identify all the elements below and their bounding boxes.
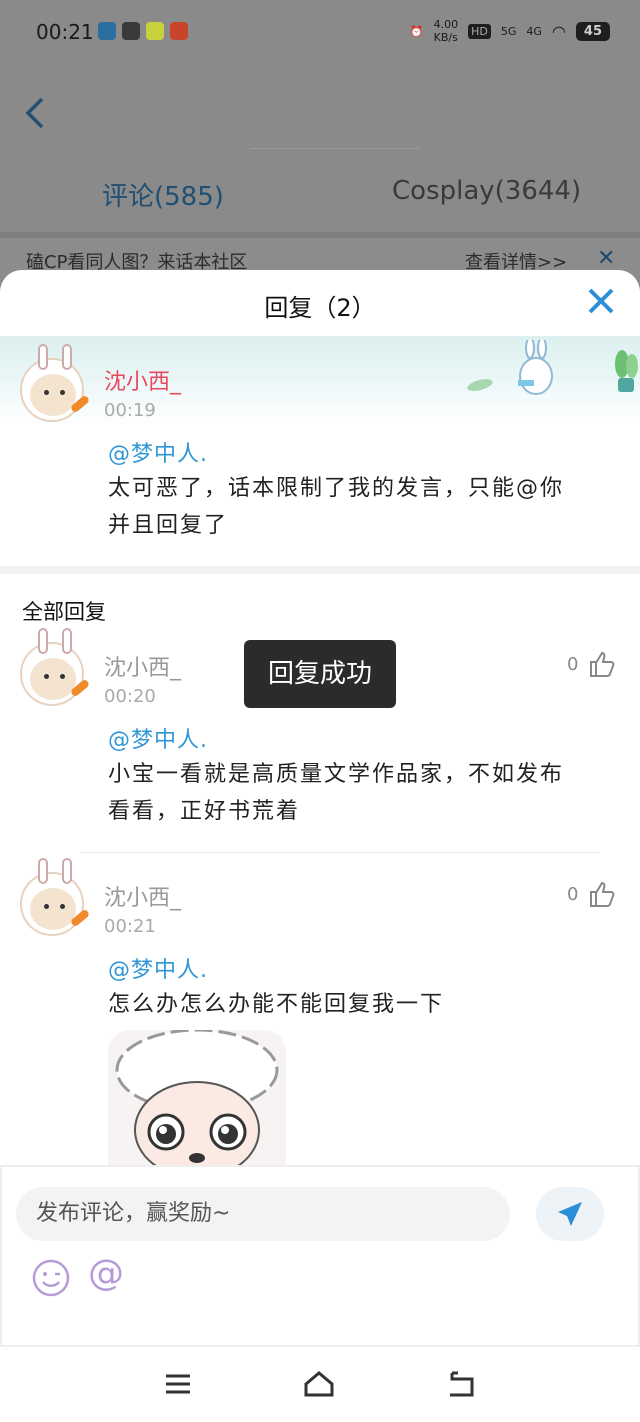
back-arrow-icon[interactable] <box>24 96 46 130</box>
mention-link[interactable]: @梦中人. <box>108 436 208 468</box>
rabbit-decoration-icon <box>518 340 553 395</box>
reply-time: 00:21 <box>104 916 156 937</box>
comment-text: 太可恶了，话本限制了我的发言，只能@你 并且回复了 <box>108 476 565 538</box>
reply-divider <box>80 852 600 853</box>
like-count: 0 <box>567 883 579 905</box>
avatar[interactable] <box>20 628 91 706</box>
wechat-icon <box>122 22 140 40</box>
wifi-icon: ◠ <box>551 21 566 41</box>
notification-icons <box>98 22 188 40</box>
taobao-icon <box>170 22 188 40</box>
comment-time: 00:19 <box>104 400 156 421</box>
mention-at-icon[interactable]: @ <box>88 1253 124 1294</box>
comment-input[interactable]: 发布评论，赢奖励~ <box>16 1187 510 1241</box>
header-divider <box>250 148 420 149</box>
sheet-title: 回复（2） <box>264 294 376 322</box>
like-count: 0 <box>567 653 579 675</box>
thumbs-up-icon[interactable] <box>588 650 616 678</box>
status-right: ⏰ 4.00 KB/s HD 5G 4G ◠ 45 <box>410 18 610 44</box>
avatar[interactable] <box>20 858 91 936</box>
net-speed: 4.00 KB/s <box>433 18 459 44</box>
leaf-decoration-icon <box>467 379 493 391</box>
back-icon[interactable] <box>446 1369 478 1399</box>
signal-5g-icon: 5G <box>500 24 517 38</box>
qq-icon <box>98 22 116 40</box>
reply-name[interactable]: 沈小西_ <box>104 650 181 682</box>
status-time: 00:21 <box>36 20 94 44</box>
battery-icon: 45 <box>575 21 610 41</box>
signal-4g-icon: 4G <box>526 24 542 38</box>
close-icon[interactable] <box>586 286 616 316</box>
emoji-icon[interactable] <box>32 1259 70 1297</box>
all-replies-label: 全部回复 <box>22 600 106 624</box>
avatar[interactable] <box>20 344 91 422</box>
reply-text: 怎么办怎么办能不能回复我一下 <box>108 992 445 1017</box>
status-bar: 00:21 ⏰ 4.00 KB/s HD 5G 4G ◠ 45 <box>0 0 640 64</box>
tab-bar-bottom <box>0 232 640 238</box>
reply-sheet: 回复（2） 沈小西_ 00:19 @梦中人. 太可恶了，话本限制了我的发言，只能… <box>0 270 640 1422</box>
thumbs-up-icon[interactable] <box>588 880 616 908</box>
system-nav-bar <box>0 1346 640 1422</box>
reply-time: 00:20 <box>104 686 156 707</box>
plant-decoration-icon <box>615 350 638 392</box>
banner-close-icon[interactable]: ✕ <box>597 246 615 271</box>
mention-link[interactable]: @梦中人. <box>108 722 208 754</box>
tab-cosplay[interactable]: Cosplay(3644) <box>392 176 581 206</box>
commenter-name[interactable]: 沈小西_ <box>104 364 181 396</box>
tab-comments[interactable]: 评论(585) <box>102 176 224 213</box>
mention-link[interactable]: @梦中人. <box>108 952 208 984</box>
reply-name[interactable]: 沈小西_ <box>104 880 181 912</box>
hd-icon: HD <box>468 23 491 39</box>
send-icon <box>558 1202 582 1226</box>
app-icon <box>146 22 164 40</box>
toast-reply-success: 回复成功 <box>244 640 396 708</box>
section-divider <box>0 566 640 574</box>
reply-sticker-image[interactable] <box>108 1030 286 1170</box>
menu-icon[interactable] <box>162 1369 194 1399</box>
home-icon[interactable] <box>303 1369 335 1399</box>
like-button[interactable]: 0 <box>567 650 616 678</box>
send-button[interactable] <box>536 1187 604 1241</box>
reply-text: 小宝一看就是高质量文学作品家，不如发布 看看，正好书荒着 <box>108 762 565 824</box>
alarm-icon: ⏰ <box>409 24 424 38</box>
comment-composer: 发布评论，赢奖励~ @ <box>0 1165 640 1347</box>
like-button[interactable]: 0 <box>567 880 616 908</box>
